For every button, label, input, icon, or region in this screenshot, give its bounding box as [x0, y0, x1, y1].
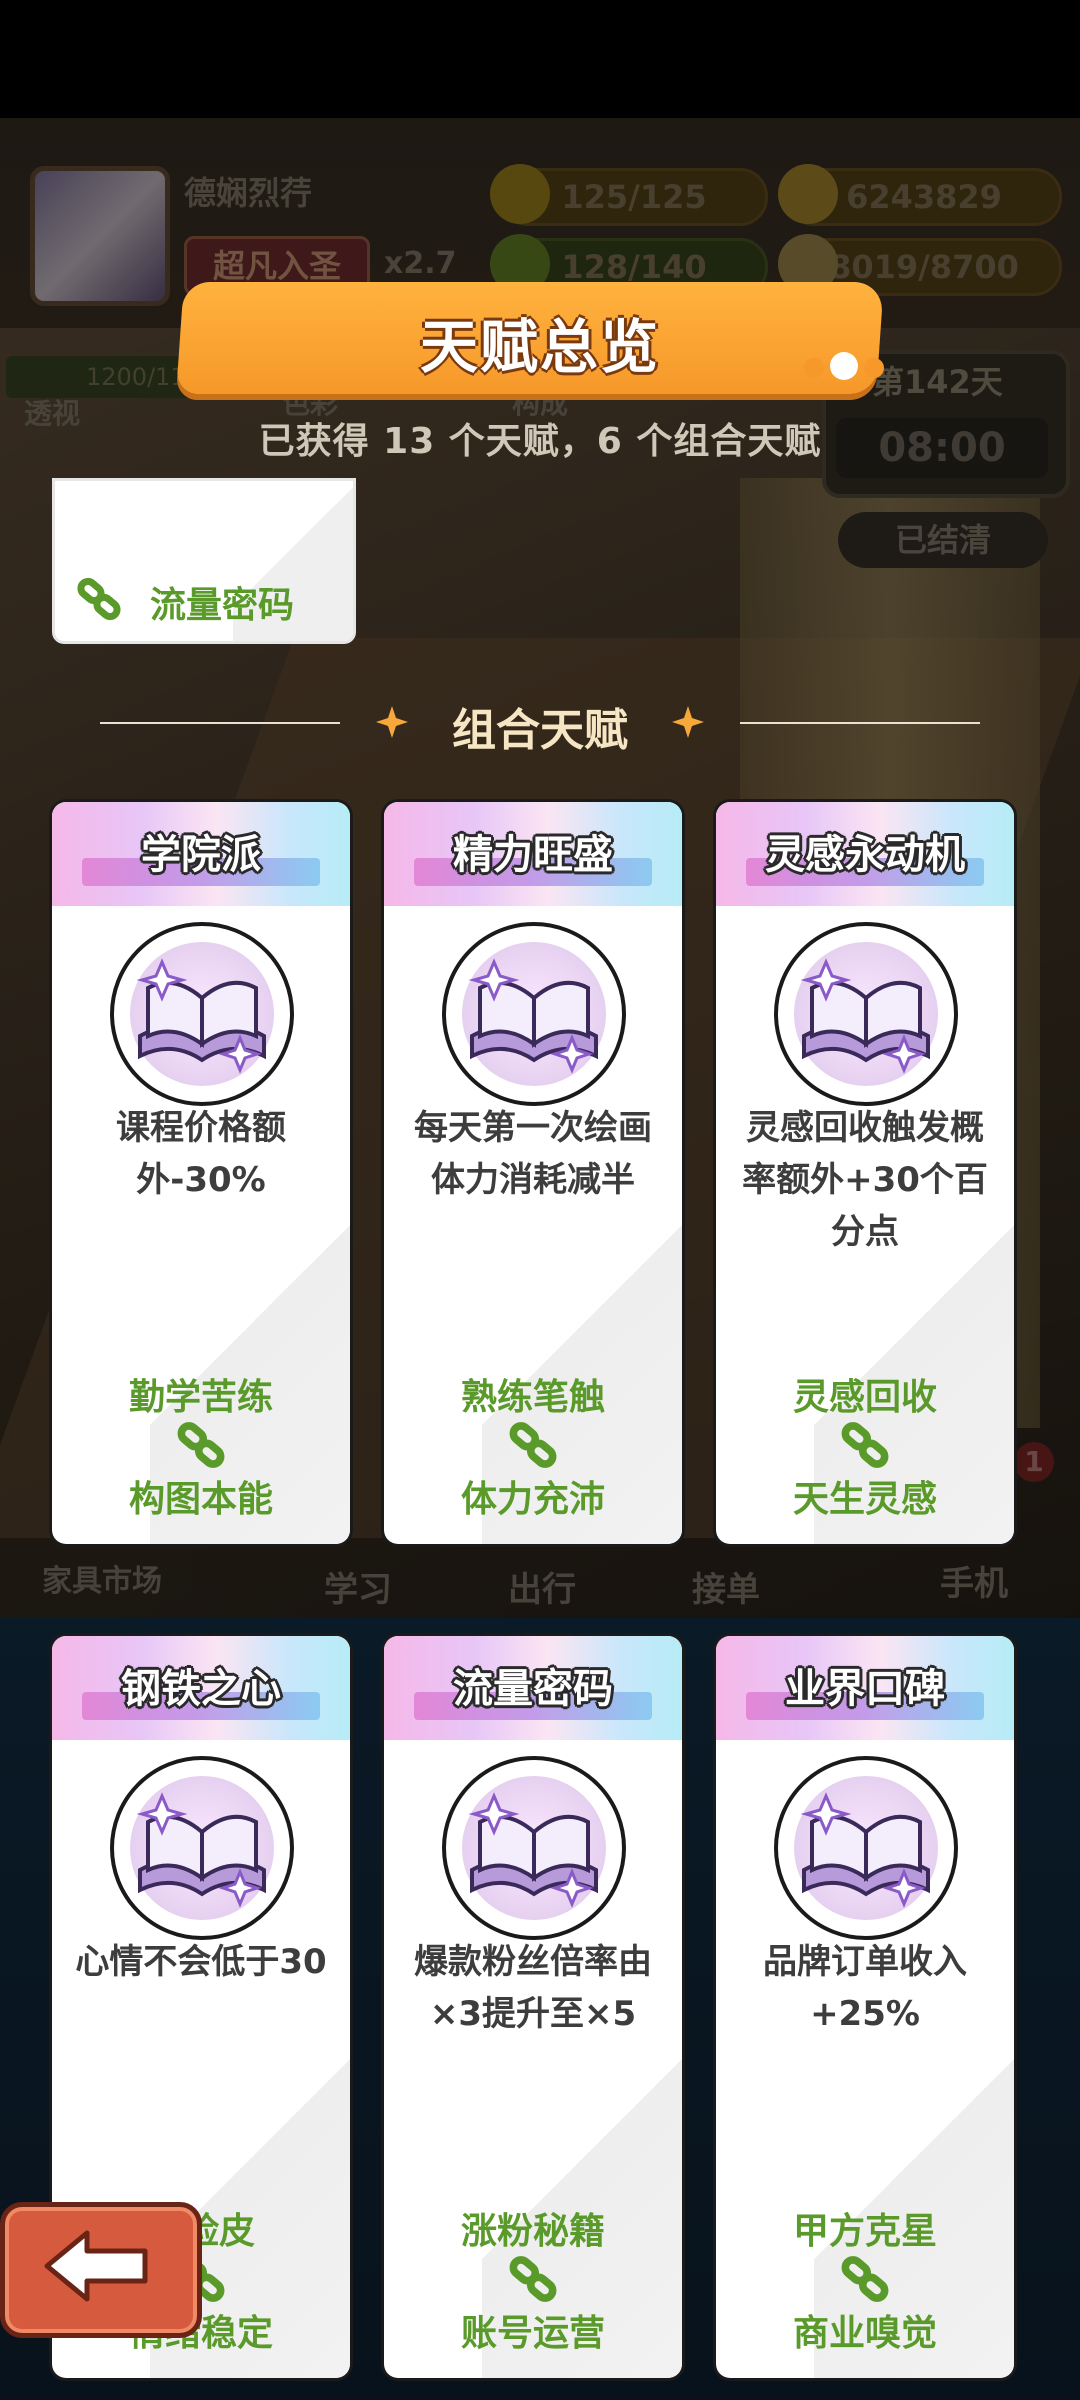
- open-book-icon: [110, 1756, 294, 1940]
- section-title: 组合天赋: [452, 705, 628, 756]
- card-title: 钢铁之心: [121, 1666, 281, 1712]
- chain-link-icon: [840, 2254, 890, 2304]
- talent-summary: 已获得 13 个天赋，6 个组合天赋: [258, 421, 822, 462]
- combo-talent-b: 账号运营: [460, 2313, 605, 2354]
- combo-talent-a: 涨粉秘籍: [460, 2211, 605, 2252]
- talent-card[interactable]: 精力旺盛 每天第一次绘画体力消耗减半 熟练笔触 体力充沛: [384, 802, 682, 1544]
- chain-link-icon: [840, 1420, 890, 1470]
- back-arrow-icon: [44, 2230, 148, 2302]
- combo-talent-b: 体力充沛: [460, 1479, 605, 1520]
- combo-talent-b: 构图本能: [128, 1479, 273, 1520]
- chain-link-icon: [508, 1420, 558, 1470]
- talent-card[interactable]: 灵感永动机 灵感回收触发概率额外+30个百分点 灵感回收 天生灵感: [716, 802, 1014, 1544]
- card-description: 课程价格额外-30%: [116, 1108, 286, 1200]
- card-description: 每天第一次绘画体力消耗减半: [414, 1108, 652, 1200]
- open-book-icon: [774, 922, 958, 1106]
- card-description: 心情不会低于30: [75, 1942, 327, 1982]
- card-description: 灵感回收触发概率额外+30个百分点: [742, 1108, 988, 1252]
- chain-link-icon: [508, 2254, 558, 2304]
- open-book-icon: [442, 1756, 626, 1940]
- card-title: 流量密码: [453, 1666, 613, 1712]
- card-title: 精力旺盛: [453, 832, 613, 878]
- card-description: 爆款粉丝倍率由×3提升至×5: [414, 1942, 652, 2034]
- talent-card[interactable]: 流量密码 爆款粉丝倍率由×3提升至×5 涨粉秘籍 账号运营: [384, 1636, 682, 2378]
- chain-link-icon: [176, 1420, 226, 1470]
- talent-card[interactable]: 学院派 课程价格额外-30% 勤学苦练 构图本能: [52, 802, 350, 1544]
- card-title: 灵感永动机: [765, 832, 965, 878]
- back-button[interactable]: [0, 2202, 202, 2338]
- combo-talent-a: 勤学苦练: [128, 1377, 273, 1418]
- chain-link-icon: [77, 577, 121, 621]
- combo-talent-a: 灵感回收: [792, 1377, 937, 1418]
- combo-talent-a: 熟练笔触: [460, 1377, 605, 1418]
- partial-card-label: 流量密码: [150, 585, 295, 626]
- combo-talent-b: 天生灵感: [792, 1479, 937, 1520]
- status-bar: [0, 0, 1080, 118]
- talent-card[interactable]: 业界口碑 品牌订单收入+25% 甲方克星 商业嗅觉: [716, 1636, 1014, 2378]
- card-title: 学院派: [141, 832, 261, 878]
- open-book-icon: [774, 1756, 958, 1940]
- card-title: 业界口碑: [785, 1666, 945, 1712]
- card-description: 品牌订单收入+25%: [763, 1942, 967, 2034]
- page-title: 天赋总览: [419, 313, 660, 381]
- open-book-icon: [442, 922, 626, 1106]
- combo-talent-a: 甲方克星: [792, 2211, 937, 2252]
- combo-talent-b: 商业嗅觉: [792, 2313, 937, 2354]
- open-book-icon: [110, 922, 294, 1106]
